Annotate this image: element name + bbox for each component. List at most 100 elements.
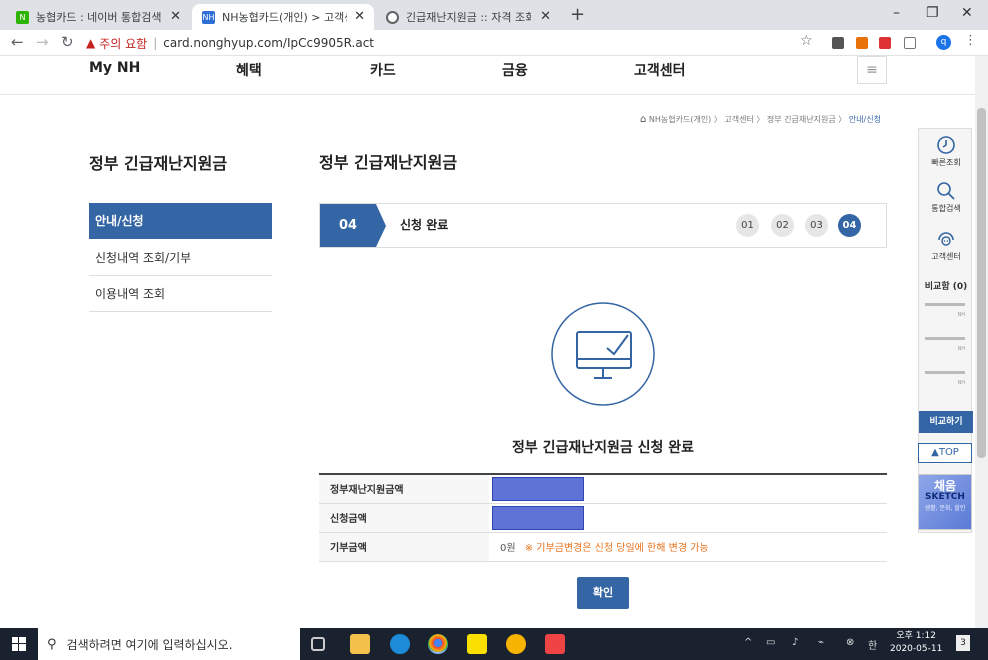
gnb-finance[interactable]: 금융 — [502, 60, 528, 80]
windows-taskbar: ⚲ 검색하려면 여기에 입력하십시오. ^ ▭ ♪ ⌁ ⊗ 한 오후 1:12 … — [0, 628, 988, 660]
page-scrollbar[interactable] — [975, 56, 988, 628]
keyboard-icon[interactable]: ▭ — [766, 637, 775, 648]
reload-icon[interactable]: ↻ — [61, 33, 74, 51]
compare-slot[interactable]: NH — [925, 303, 965, 323]
sidebar-item-usage[interactable]: 이용내역 조회 — [89, 276, 272, 312]
redacted-value — [492, 476, 584, 501]
monitor-check-icon — [551, 302, 655, 406]
row-label: 신청금액 — [319, 503, 489, 533]
current-step-number: 04 — [320, 204, 376, 247]
more-menu-icon[interactable]: ⋮ — [964, 33, 977, 48]
confirm-button[interactable]: 확인 — [577, 577, 629, 609]
web-page: My NH 혜택 카드 금융 고객센터 ≡ ⌂ NH농협카드(개인) 〉 고객센… — [0, 56, 975, 628]
network-icon[interactable]: ⌁ — [818, 637, 824, 648]
app-icon[interactable] — [545, 634, 565, 654]
taskbar-clock[interactable]: 오후 1:12 2020-05-11 — [890, 630, 942, 656]
compare-box-title: 비교함 (0) — [924, 282, 968, 292]
maximize-button[interactable]: ❐ — [926, 5, 939, 21]
status-icon[interactable]: ⊗ — [846, 637, 854, 648]
scrollbar-thumb[interactable] — [977, 108, 986, 458]
row-value — [489, 474, 887, 504]
extension-icon[interactable] — [856, 37, 868, 49]
naver-favicon-icon: N — [16, 10, 29, 24]
back-arrow-icon[interactable]: ← — [11, 33, 24, 51]
url-field[interactable]: ▲ 주의 요함 | card.nonghyup.com/IpCc9905R.ac… — [86, 32, 826, 54]
file-explorer-icon[interactable] — [350, 634, 370, 654]
search-icon: ⚲ — [47, 636, 57, 652]
taskbar-search-box[interactable]: ⚲ 검색하려면 여기에 입력하십시오. — [38, 628, 300, 660]
divider: | — [153, 36, 158, 50]
banner-caption: 생활, 문화, 할인 — [924, 505, 966, 512]
search-icon — [937, 182, 955, 200]
close-tab-icon[interactable]: ✕ — [540, 9, 551, 24]
gnb-benefits[interactable]: 혜택 — [236, 60, 262, 80]
headset-icon — [938, 232, 954, 246]
new-tab-button[interactable]: + — [570, 4, 585, 25]
address-bar: ← → ↻ ▲ 주의 요함 | card.nonghyup.com/IpCc99… — [0, 30, 988, 56]
quick-item-label: 빠른조회 — [931, 158, 961, 167]
compare-slot[interactable]: NH — [925, 337, 965, 357]
tab-title: 긴급재난지원금 :: 자격 조회 서비스 — [406, 11, 531, 24]
gnb-my-nh[interactable]: My NH — [89, 60, 140, 76]
volume-icon[interactable]: ♪ — [792, 637, 798, 648]
table-row: 기부금액 0원 ※ 기부금변경은 신청 당일에 한해 변경 가능 — [319, 532, 887, 562]
breadcrumb-current: 안내/신청 — [848, 115, 881, 124]
step-circle-03: 03 — [805, 214, 828, 237]
gnb-customer-center[interactable]: 고객센터 — [634, 60, 686, 80]
url-text: card.nonghyup.com/IpCc9905R.act — [163, 36, 375, 50]
globe-favicon-icon — [386, 10, 399, 24]
hamburger-menu-icon[interactable]: ≡ — [857, 56, 887, 84]
integrated-search-button[interactable]: 통합검색 — [919, 181, 973, 214]
notification-center-icon[interactable]: 3 — [956, 635, 970, 651]
compare-button[interactable]: 비교하기 — [919, 411, 973, 433]
internet-explorer-icon[interactable] — [390, 634, 410, 654]
windows-start-icon[interactable] — [12, 637, 26, 651]
app-icon[interactable] — [506, 634, 526, 654]
profile-avatar[interactable]: q — [936, 35, 951, 50]
tray-expand-icon[interactable]: ^ — [744, 637, 752, 648]
close-tab-icon[interactable]: ✕ — [170, 9, 181, 24]
close-tab-icon[interactable]: ✕ — [354, 9, 365, 24]
step-indicator: 04 신청 완료 01 02 03 04 — [319, 203, 887, 248]
step-circle-04: 04 — [838, 214, 861, 237]
close-window-button[interactable]: ✕ — [961, 5, 973, 21]
redacted-value — [492, 505, 584, 530]
sidebar-item-apply[interactable]: 안내/신청 — [89, 203, 272, 239]
browser-tab-1[interactable]: N 농협카드 : 네이버 통합검색 ✕ — [6, 4, 190, 30]
clock-time: 오후 1:12 — [896, 631, 936, 641]
row-label: 정부재난지원금액 — [319, 474, 489, 504]
chaeum-sketch-banner[interactable]: 채움 SKETCH 생활, 문화, 할인 — [918, 474, 972, 530]
pdf-extension-icon[interactable] — [879, 37, 891, 49]
banner-title: 채움 — [933, 479, 957, 493]
step-circle-01: 01 — [736, 214, 759, 237]
forward-arrow-icon[interactable]: → — [36, 33, 49, 51]
minimize-button[interactable]: – — [893, 5, 900, 21]
browser-tab-3[interactable]: 긴급재난지원금 :: 자격 조회 서비스 ✕ — [376, 4, 560, 30]
input-method-icon[interactable]: 한 — [868, 637, 877, 652]
sidebar-item-history-donation[interactable]: 신청내역 조회/기부 — [89, 240, 272, 276]
scroll-top-button[interactable]: ▲TOP — [918, 443, 972, 463]
divider — [0, 94, 975, 95]
clock-date: 2020-05-11 — [890, 644, 943, 654]
cast-icon[interactable] — [904, 37, 916, 49]
quick-inquiry-button[interactable]: 빠른조회 — [919, 135, 973, 168]
gnb-card[interactable]: 카드 — [370, 60, 396, 80]
table-row: 신청금액 — [319, 503, 887, 533]
step-arrow-icon — [376, 204, 386, 247]
chrome-icon[interactable] — [428, 634, 448, 654]
security-warning-label: 주의 요함 — [99, 36, 148, 51]
bookmark-star-icon[interactable]: ☆ — [800, 33, 813, 49]
browser-tab-strip: N 농협카드 : 네이버 통합검색 ✕ NH NH농협카드(개인) > 고객센터… — [0, 0, 988, 30]
quick-menu: 빠른조회 통합검색 고객센터 비교함 (0) NH NH NH 비교하기 — [918, 128, 973, 533]
task-view-icon[interactable] — [311, 637, 325, 651]
row-value — [489, 503, 887, 533]
browser-tab-2[interactable]: NH NH농협카드(개인) > 고객센터 > 정부 ✕ — [192, 4, 374, 30]
donation-amount: 0원 — [500, 543, 516, 554]
clock-icon — [937, 136, 955, 154]
extension-icon[interactable] — [832, 37, 844, 49]
home-icon[interactable]: ⌂ — [640, 114, 646, 125]
compare-slot[interactable]: NH — [925, 371, 965, 391]
customer-center-button[interactable]: 고객센터 — [919, 229, 973, 262]
kakaotalk-icon[interactable] — [467, 634, 487, 654]
banner-subtitle: SKETCH — [925, 492, 965, 502]
